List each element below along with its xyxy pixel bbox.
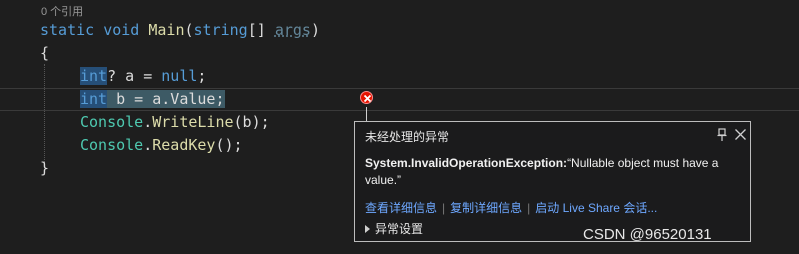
keyword-int: int [80,67,108,85]
code-text: (b); [233,113,270,131]
expander-icon [365,225,370,233]
indent-guide [44,64,45,162]
paren-open: ( [184,21,194,39]
type-console: Console [80,136,144,154]
popup-title: 未经处理的异常 [365,130,450,144]
keyword-static: static [40,21,95,39]
code-line-exception-statement[interactable]: int b = a.Value; [80,88,225,110]
copy-details-link[interactable]: 复制详细信息 [450,201,522,215]
error-icon[interactable] [360,91,373,104]
action-separator: | [527,201,531,215]
code-line-readkey[interactable]: Console.ReadKey(); [80,134,243,156]
exception-helper-popup: 未经处理的异常 System.InvalidOperationException… [354,121,751,242]
exception-message: System.InvalidOperationException:“Nullab… [365,155,743,189]
code-text: . [143,113,153,131]
exception-settings-label: 异常设置 [375,222,424,236]
method-name: Main [148,21,185,39]
code-text: b = a.Value; [107,90,225,108]
keyword-int: int [80,90,108,108]
type-console: Console [80,113,144,131]
codelens-references[interactable]: 0 个引用 [41,3,83,19]
popup-connector [366,107,367,121]
action-separator: | [442,201,446,215]
code-line-writeline[interactable]: Console.WriteLine(b); [80,111,270,133]
live-share-link[interactable]: 启动 Live Share 会话... [535,201,657,215]
code-line-nullable-declaration[interactable]: int? a = null; [80,65,206,87]
code-text: ; [197,67,207,85]
keyword-void: void [103,21,140,39]
close-icon[interactable] [734,128,747,141]
paren-close: ) [310,21,320,39]
keyword-null: null [161,67,198,85]
code-line-close-brace[interactable]: } [40,157,49,179]
array-brackets: [] [247,21,275,39]
code-text: . [143,136,153,154]
parameter-args: args [274,21,311,39]
code-line-method-signature[interactable]: static void Main(string[] args) [40,19,320,41]
code-text: ? a = [107,67,162,85]
exception-type: System.InvalidOperationException: [365,156,568,170]
view-details-link[interactable]: 查看详细信息 [365,201,437,215]
code-line-open-brace[interactable]: { [40,42,49,64]
keyword-string: string [193,21,248,39]
watermark: CSDN @96520131 [583,226,712,243]
code-text: (); [215,136,243,154]
exception-actions: 查看详细信息 | 复制详细信息 | 启动 Live Share 会话... [365,199,657,216]
method-writeline: WriteLine [152,113,234,131]
pin-icon[interactable] [716,128,728,142]
exception-settings-toggle[interactable]: 异常设置 [365,220,423,237]
method-readkey: ReadKey [152,136,216,154]
